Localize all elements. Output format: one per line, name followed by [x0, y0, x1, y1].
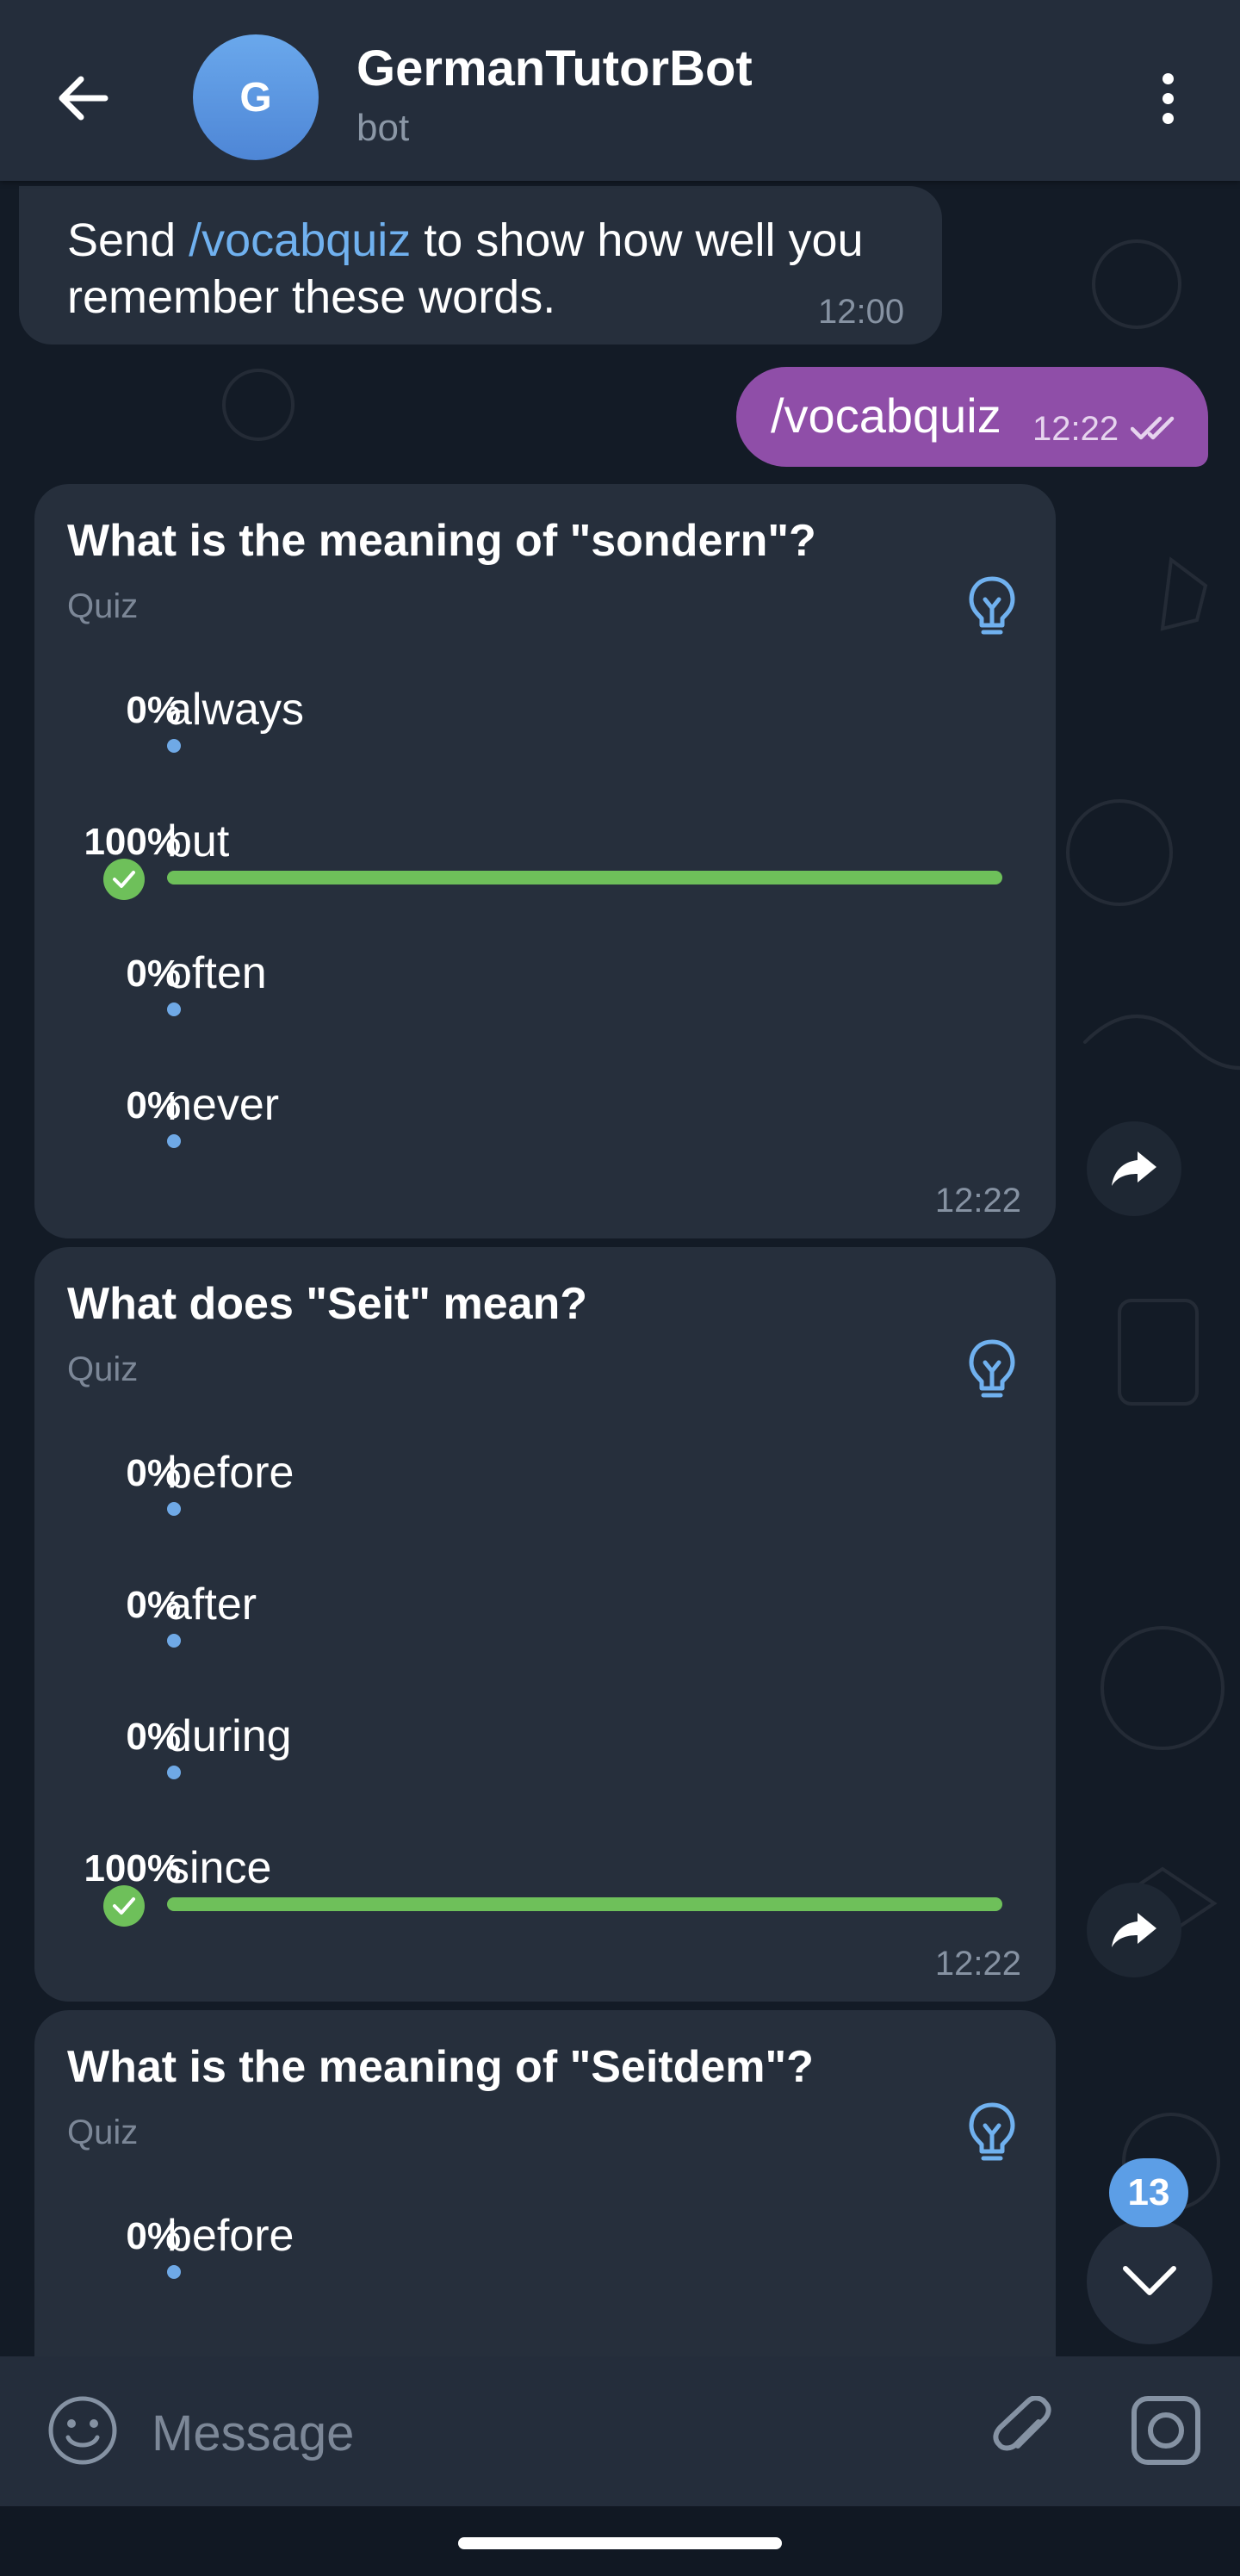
message-text: /vocabquiz [771, 388, 1001, 443]
share-arrow-icon [1112, 1913, 1156, 1947]
avatar-letter: G [239, 74, 272, 121]
chat-screen: G GermanTutorBot bot Send /vocabquiz to … [0, 0, 1240, 2576]
unread-count-badge[interactable]: 13 [1109, 2158, 1188, 2227]
lightbulb-icon[interactable] [966, 2101, 1018, 2165]
more-vertical-icon [1162, 72, 1174, 84]
system-navigation-bar [0, 2506, 1240, 2576]
message-text: Send /vocabquiz to show how well you rem… [67, 214, 864, 323]
option-result-bar [167, 1766, 181, 1779]
emoji-icon [48, 2396, 117, 2465]
quiz-option[interactable]: 0% before [34, 1448, 1056, 1583]
forward-button[interactable] [1087, 1121, 1181, 1216]
instagram-camera-icon [1132, 2396, 1200, 2465]
chat-subtitle: bot [356, 107, 410, 149]
quiz-type-label: Quiz [67, 1350, 139, 1388]
correct-check-icon [103, 1885, 145, 1927]
double-check-icon [1131, 416, 1175, 440]
message-time: 12:22 [934, 1945, 1021, 1983]
quiz-message[interactable]: What is the meaning of "sondern"? Quiz 0… [34, 484, 1056, 1238]
scroll-down-button[interactable] [1087, 2219, 1212, 2344]
incoming-message[interactable]: Send /vocabquiz to show how well you rem… [19, 186, 942, 345]
camera-button[interactable] [1125, 2389, 1207, 2472]
home-indicator[interactable] [458, 2537, 782, 2549]
paperclip-icon [993, 2396, 1051, 2451]
option-result-bar [167, 871, 1002, 885]
correct-check-icon [103, 859, 145, 900]
outgoing-message[interactable]: /vocabquiz 12:22 [736, 367, 1208, 467]
attach-button[interactable] [982, 2389, 1064, 2472]
back-button[interactable] [41, 57, 124, 140]
option-result-bar [167, 2265, 181, 2279]
option-label: during [167, 1711, 292, 1761]
option-label: after [167, 1580, 257, 1629]
option-label: but [167, 816, 230, 866]
share-arrow-icon [1112, 1151, 1156, 1186]
quiz-option[interactable]: 100% since [34, 1843, 1056, 1978]
option-label: before [167, 1448, 294, 1498]
option-label: never [167, 1080, 280, 1130]
quiz-option[interactable]: 0% never [34, 1080, 1056, 1215]
quiz-type-label: Quiz [67, 587, 139, 625]
quiz-question: What does "Seit" mean? [67, 1279, 588, 1329]
quiz-option[interactable]: 0% often [34, 948, 1056, 1083]
chevron-down-icon [1123, 2266, 1176, 2295]
option-label: often [167, 948, 267, 998]
arrow-left-icon [59, 76, 108, 121]
chat-title[interactable]: GermanTutorBot [356, 40, 753, 97]
option-result-bar [167, 1002, 181, 1016]
option-result-bar [167, 1502, 181, 1516]
quiz-message[interactable]: What is the meaning of "Seitdem"? Quiz 0… [34, 2010, 1056, 2406]
option-label: before [167, 2211, 294, 2261]
quiz-type-label: Quiz [67, 2114, 139, 2151]
message-input[interactable] [152, 2394, 927, 2472]
message-time: 12:22 [1032, 410, 1119, 448]
lightbulb-icon[interactable] [966, 575, 1018, 639]
quiz-option[interactable]: 100% but [34, 816, 1056, 952]
option-label: always [167, 685, 304, 735]
more-options-button[interactable] [1133, 59, 1202, 138]
chat-header: G GermanTutorBot bot [0, 0, 1240, 181]
option-result-bar [167, 1134, 181, 1148]
message-composer [0, 2356, 1240, 2506]
option-label: since [167, 1843, 272, 1893]
quiz-option[interactable]: 0% always [34, 685, 1056, 820]
message-time: 12:00 [818, 293, 905, 331]
quiz-message[interactable]: What does "Seit" mean? Quiz 0% before 0% af… [34, 1247, 1056, 2002]
quiz-option[interactable]: 0% after [34, 1580, 1056, 1715]
quiz-question: What is the meaning of "Seitdem"? [67, 2042, 814, 2092]
quiz-option[interactable]: 0% during [34, 1711, 1056, 1847]
quiz-question: What is the meaning of "sondern"? [67, 516, 816, 566]
option-result-bar [167, 1634, 181, 1648]
option-result-bar [167, 739, 181, 753]
bot-command-link[interactable]: /vocabquiz [189, 214, 411, 266]
avatar[interactable]: G [193, 34, 319, 160]
message-time: 12:22 [934, 1182, 1021, 1220]
quiz-option[interactable]: 0% before [34, 2211, 1056, 2346]
option-result-bar [167, 1897, 1002, 1911]
lightbulb-icon[interactable] [966, 1338, 1018, 1402]
forward-button[interactable] [1087, 1883, 1181, 1977]
emoji-button[interactable] [41, 2389, 124, 2472]
